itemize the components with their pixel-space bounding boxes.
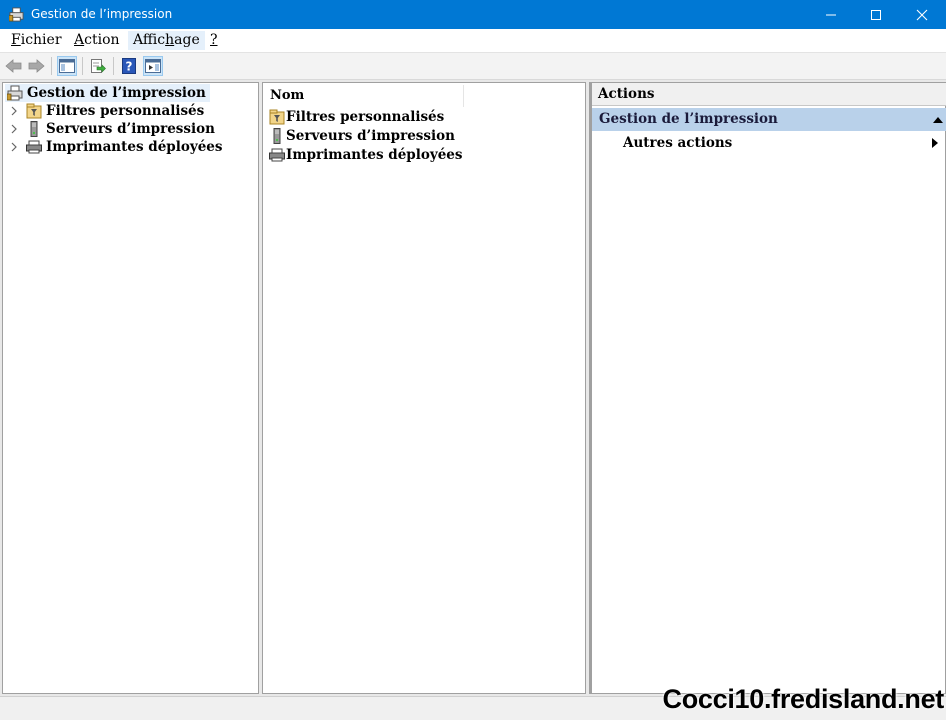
- main-frame: Gestion de l’impression Filtres personna…: [0, 80, 946, 696]
- action-label: Autres actions: [623, 135, 733, 151]
- action-pane-icon: [145, 59, 161, 73]
- menu-action[interactable]: Action: [69, 31, 125, 50]
- forward-button[interactable]: [26, 56, 46, 76]
- arrow-left-icon: [5, 59, 22, 73]
- arrow-right-icon: [28, 59, 45, 73]
- tree-item-label: Gestion de l’impression: [27, 85, 206, 101]
- custom-filters-icon: [26, 103, 42, 119]
- maximize-button[interactable]: [853, 0, 899, 29]
- svg-text:?: ?: [126, 60, 133, 74]
- expand-chevron-icon[interactable]: [10, 102, 18, 120]
- list-item[interactable]: Filtres personnalisés: [269, 108, 444, 127]
- show-hide-action-pane-button[interactable]: [143, 56, 163, 76]
- collapse-up-icon[interactable]: [933, 116, 943, 123]
- minimize-button[interactable]: [808, 0, 854, 29]
- expand-chevron-icon[interactable]: [10, 138, 18, 156]
- help-button[interactable]: ?: [119, 56, 139, 76]
- list-item-label: Serveurs d’impression: [286, 128, 455, 144]
- help-icon: ?: [122, 58, 136, 74]
- printer-app-icon: [9, 7, 24, 22]
- actions-header: Actions: [592, 83, 946, 106]
- actions-pane: Actions Gestion de l’impression Autres a…: [589, 82, 946, 694]
- tree-item-label: Filtres personnalisés: [46, 103, 205, 119]
- list-item-label: Filtres personnalisés: [286, 109, 445, 125]
- back-button[interactable]: [4, 56, 24, 76]
- toolbar-separator: [51, 57, 52, 75]
- menu-fichier[interactable]: Fichier: [6, 31, 67, 50]
- tree-item-root[interactable]: Gestion de l’impression: [5, 84, 210, 102]
- actions-section-gestion[interactable]: Gestion de l’impression: [592, 108, 946, 131]
- list-item[interactable]: Imprimantes déployées: [269, 146, 462, 165]
- close-icon: [916, 9, 928, 20]
- list-item-label: Imprimantes déployées: [286, 147, 463, 163]
- menu-help[interactable]: ?: [205, 31, 223, 50]
- export-icon: [91, 59, 106, 73]
- printer-icon: [26, 140, 42, 154]
- list-item[interactable]: Serveurs d’impression: [269, 127, 455, 146]
- column-divider[interactable]: [463, 85, 464, 107]
- show-hide-tree-button[interactable]: [57, 56, 77, 76]
- maximize-icon: [871, 9, 881, 20]
- submenu-arrow-icon[interactable]: [932, 138, 938, 148]
- printer-icon: [269, 148, 285, 162]
- toolbar: ?: [0, 53, 946, 80]
- tree-item-label: Imprimantes déployées: [46, 139, 223, 155]
- menu-bar: Fichier Action Affichage ?: [0, 29, 946, 53]
- title-bar[interactable]: Gestion de l’impression: [0, 0, 946, 29]
- console-tree[interactable]: Gestion de l’impression Filtres personna…: [2, 82, 259, 694]
- minimize-icon: [826, 14, 836, 15]
- tree-item-serveurs[interactable]: Serveurs d’impression: [24, 120, 215, 138]
- expand-chevron-icon[interactable]: [10, 120, 18, 138]
- column-header-nom[interactable]: Nom: [263, 83, 463, 107]
- server-icon: [30, 121, 38, 137]
- toolbar-separator: [82, 57, 83, 75]
- toolbar-separator: [113, 57, 114, 75]
- close-button[interactable]: [899, 0, 945, 29]
- watermark-text: Cocci10.fredisland.net: [662, 684, 945, 714]
- results-pane[interactable]: Nom Filtres personnalisés Serveurs d’imp…: [262, 82, 586, 694]
- actions-section-label: Gestion de l’impression: [599, 111, 778, 127]
- tree-item-label: Serveurs d’impression: [46, 121, 215, 137]
- window-title: Gestion de l’impression: [31, 7, 173, 21]
- server-icon: [273, 128, 281, 144]
- tree-item-filtres[interactable]: Filtres personnalisés: [24, 102, 204, 120]
- tree-item-imprimantes[interactable]: Imprimantes déployées: [24, 138, 222, 156]
- console-tree-icon: [59, 59, 75, 73]
- menu-affichage[interactable]: Affichage: [128, 31, 205, 50]
- export-list-button[interactable]: [88, 56, 108, 76]
- action-autres-actions[interactable]: Autres actions: [623, 133, 732, 153]
- custom-filters-icon: [269, 109, 285, 125]
- printer-management-icon: [7, 85, 23, 101]
